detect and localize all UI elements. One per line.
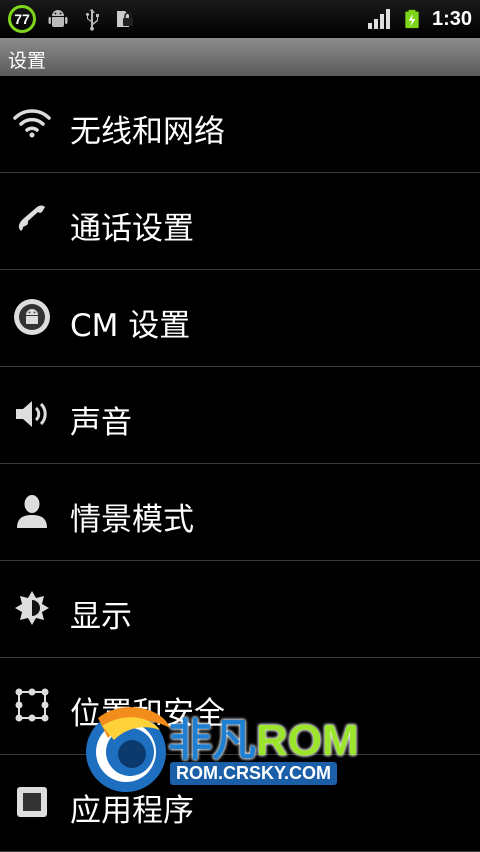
settings-item-call[interactable]: 通话设置: [0, 173, 480, 270]
title-bar: 设置: [0, 38, 480, 76]
settings-item-display[interactable]: 显示: [0, 561, 480, 658]
applications-icon: [12, 782, 52, 822]
speaker-icon: [12, 394, 52, 434]
notification-77-icon[interactable]: 77: [8, 5, 36, 33]
badge-value: 77: [14, 11, 30, 27]
settings-item-cm[interactable]: CM 设置: [0, 270, 480, 367]
settings-list: 无线和网络 通话设置 CM 设置 声音 情景模式 显示 位置和安全 应用程序: [0, 76, 480, 852]
settings-item-label: 应用程序: [70, 793, 194, 829]
settings-item-wireless[interactable]: 无线和网络: [0, 76, 480, 173]
settings-item-profiles[interactable]: 情景模式: [0, 464, 480, 561]
settings-item-location-security[interactable]: 位置和安全: [0, 658, 480, 755]
settings-item-label: 无线和网络: [70, 114, 225, 150]
phone-icon: [12, 200, 52, 240]
brightness-icon: [12, 588, 52, 628]
settings-item-sound[interactable]: 声音: [0, 367, 480, 464]
status-bar: 77 1:30: [0, 0, 480, 38]
settings-item-label: 通话设置: [70, 211, 194, 247]
lock-pattern-icon: [12, 685, 52, 725]
signal-icon: [367, 9, 390, 29]
clock: 1:30: [431, 7, 472, 30]
battery-charging-icon: [405, 9, 419, 29]
android-debug-icon: [48, 10, 68, 27]
cyanogenmod-icon: [12, 297, 52, 337]
status-bar-right: 1:30: [366, 4, 472, 34]
settings-item-label: CM 设置: [70, 308, 191, 344]
settings-item-label: 显示: [70, 599, 132, 635]
settings-item-label: 情景模式: [70, 502, 194, 538]
wifi-icon: [12, 103, 52, 143]
usb-icon: [85, 9, 99, 31]
settings-item-label: 位置和安全: [70, 696, 225, 732]
person-icon: [12, 491, 52, 531]
settings-item-label: 声音: [70, 405, 132, 441]
lock-icon: [117, 11, 133, 27]
page-title: 设置: [8, 50, 47, 72]
status-bar-left: 77: [8, 4, 138, 34]
settings-item-applications[interactable]: 应用程序: [0, 755, 480, 852]
